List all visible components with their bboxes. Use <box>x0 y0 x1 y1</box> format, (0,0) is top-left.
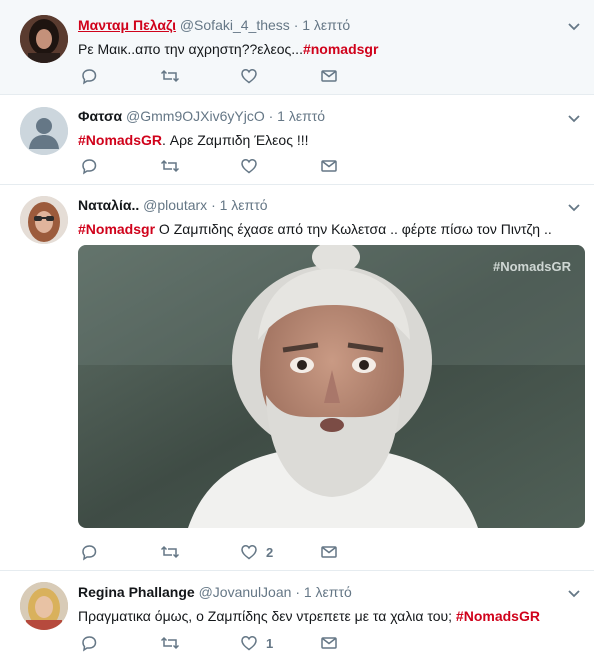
like-button[interactable]: 2 <box>240 542 273 562</box>
tweet-text: #NomadsGR. Αρε Ζαμπιδη Έλεος !!! <box>78 130 580 150</box>
tweet[interactable]: Φατσα @Gmm9OJXiv6yYjcO · 1 λεπτό #Nomads… <box>0 95 594 185</box>
reply-icon <box>82 545 97 561</box>
timestamp[interactable]: 1 λεπτό <box>302 17 350 33</box>
envelope-icon <box>321 546 337 558</box>
tweet-header: Ναταλία.. @ploutarx · 1 λεπτό <box>78 195 580 215</box>
reply-button[interactable] <box>80 542 98 562</box>
chevron-down-icon[interactable] <box>566 18 582 34</box>
tweet-header: Μανταμ Πελαζι @Sofaki_4_thess · 1 λεπτό <box>78 15 580 35</box>
like-count: 1 <box>266 635 274 651</box>
reply-icon <box>82 636 97 652</box>
tweet-actions: 2 <box>78 542 378 562</box>
direct-message-button[interactable] <box>320 66 338 86</box>
like-button[interactable] <box>240 156 258 176</box>
like-count: 2 <box>266 544 274 560</box>
like-button[interactable]: 1 <box>240 633 273 653</box>
avatar-photo-icon <box>20 15 68 63</box>
retweet-button[interactable] <box>160 633 180 653</box>
direct-message-button[interactable] <box>320 542 338 562</box>
hashtag-link[interactable]: #nomadsgr <box>303 41 378 57</box>
chevron-down-icon[interactable] <box>566 199 582 215</box>
user-handle[interactable]: @ploutarx <box>143 197 207 213</box>
tweet-header: Regina Phallange @JovanulJoan · 1 λεπτό <box>78 582 580 602</box>
tweet-text-before: Πραγματικα όμως, ο Ζαμπίδης δεν ντρεπετε… <box>78 608 456 624</box>
envelope-icon <box>321 160 337 172</box>
avatar[interactable] <box>20 15 68 63</box>
avatar[interactable] <box>20 107 68 155</box>
retweet-icon <box>160 636 180 650</box>
man-portrait-image: #NomadsGR <box>78 245 585 528</box>
tweet[interactable]: Ναταλία.. @ploutarx · 1 λεπτό #Nomadsgr … <box>0 185 594 571</box>
heart-icon <box>241 636 257 651</box>
hashtag-link[interactable]: #NomadsGR <box>456 608 540 624</box>
retweet-icon <box>160 545 180 559</box>
retweet-button[interactable] <box>160 542 180 562</box>
tweet[interactable]: Μανταμ Πελαζι @Sofaki_4_thess · 1 λεπτό … <box>0 0 594 95</box>
media-watermark: #NomadsGR <box>493 259 572 274</box>
user-handle[interactable]: @Gmm9OJXiv6yYjcO <box>126 108 265 124</box>
tweet[interactable]: Regina Phallange @JovanulJoan · 1 λεπτό … <box>0 571 594 664</box>
tweet-text-after: Ο Ζαμπιδης έχασε από την Κωλετσα .. φέρτ… <box>155 221 552 237</box>
reply-icon <box>82 69 97 85</box>
user-handle[interactable]: @Sofaki_4_thess <box>180 17 290 33</box>
tweet-actions <box>78 156 378 176</box>
tweet-text: Πραγματικα όμως, ο Ζαμπίδης δεν ντρεπετε… <box>78 606 580 626</box>
separator: · <box>268 108 274 124</box>
tweet-text-after: . Αρε Ζαμπιδη Έλεος !!! <box>162 132 309 148</box>
tweet-text-before: Ρε Μαικ..απο την αχρηστη??ελεος... <box>78 41 303 57</box>
timestamp[interactable]: 1 λεπτό <box>304 584 352 600</box>
media-image[interactable]: #NomadsGR <box>78 245 585 528</box>
avatar-photo-icon <box>20 196 68 244</box>
heart-icon <box>241 69 257 84</box>
heart-icon <box>241 545 257 560</box>
retweet-button[interactable] <box>160 156 180 176</box>
reply-button[interactable] <box>80 156 98 176</box>
timestamp[interactable]: 1 λεπτό <box>220 197 268 213</box>
user-fullname[interactable]: Regina Phallange <box>78 584 195 600</box>
direct-message-button[interactable] <box>320 633 338 653</box>
heart-icon <box>241 159 257 174</box>
avatar-photo-icon <box>20 582 68 630</box>
tweet-feed: Μανταμ Πελαζι @Sofaki_4_thess · 1 λεπτό … <box>0 0 594 664</box>
tweet-text: Ρε Μαικ..απο την αχρηστη??ελεος...#nomad… <box>78 39 580 59</box>
separator: · <box>293 17 299 33</box>
reply-button[interactable] <box>80 633 98 653</box>
user-handle[interactable]: @JovanulJoan <box>199 584 292 600</box>
chevron-down-icon[interactable] <box>566 110 582 126</box>
user-fullname[interactable]: Ναταλία.. <box>78 197 139 213</box>
user-fullname[interactable]: Φατσα <box>78 108 122 124</box>
avatar[interactable] <box>20 196 68 244</box>
separator: · <box>295 584 300 600</box>
chevron-down-icon[interactable] <box>566 585 582 601</box>
hashtag-link[interactable]: #Nomadsgr <box>78 221 155 237</box>
separator: · <box>211 197 216 213</box>
hashtag-link[interactable]: #NomadsGR <box>78 132 162 148</box>
timestamp[interactable]: 1 λεπτό <box>277 108 325 124</box>
tweet-text: #Nomadsgr Ο Ζαμπιδης έχασε από την Κωλετ… <box>78 219 580 239</box>
tweet-header: Φατσα @Gmm9OJXiv6yYjcO · 1 λεπτό <box>78 106 580 126</box>
tweet-actions: 1 <box>78 633 378 653</box>
like-button[interactable] <box>240 66 258 86</box>
envelope-icon <box>321 637 337 649</box>
envelope-icon <box>321 70 337 82</box>
user-fullname[interactable]: Μανταμ Πελαζι <box>78 17 176 33</box>
tweet-actions <box>78 66 378 86</box>
default-avatar-icon <box>20 107 68 155</box>
retweet-button[interactable] <box>160 66 180 86</box>
reply-button[interactable] <box>80 66 98 86</box>
direct-message-button[interactable] <box>320 156 338 176</box>
avatar[interactable] <box>20 582 68 630</box>
reply-icon <box>82 159 97 175</box>
retweet-icon <box>160 159 180 173</box>
retweet-icon <box>160 69 180 83</box>
